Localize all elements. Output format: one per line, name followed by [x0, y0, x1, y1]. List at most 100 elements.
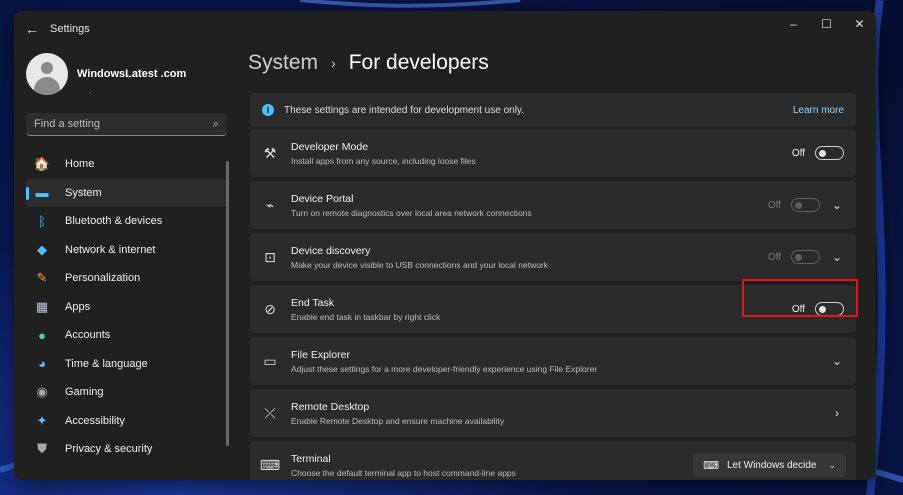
sidebar-item-system[interactable]: ▬ System [26, 178, 227, 207]
chevron-down-icon: ⌄ [828, 459, 836, 470]
setting-text: Device Portal Turn on remote diagnostics … [291, 193, 768, 218]
setting-description: Enable Remote Desktop and ensure machine… [291, 415, 505, 426]
terminal-small-icon: ⌨ [703, 459, 719, 472]
sidebar-item-label: Accessibility [65, 414, 125, 427]
remote-desktop-icon: ⤫ [264, 404, 276, 421]
setting-controls: Off ⌄ [768, 198, 856, 212]
globe-icon: ◕ [38, 356, 46, 372]
device-portal-toggle [791, 198, 820, 212]
toggle-state-label: Off [791, 147, 805, 159]
setting-controls: Off [792, 146, 856, 160]
toggle-state-label: Off [767, 199, 781, 211]
sidebar-item-label: Bluetooth & devices [65, 215, 163, 228]
setting-text: Remote Desktop Enable Remote Desktop and … [291, 401, 820, 426]
setting-text: End Task Enable end task in taskbar by ri… [291, 297, 792, 322]
setting-title: Device Portal [291, 192, 354, 205]
back-button[interactable]: ← [14, 11, 50, 47]
terminal-app-dropdown[interactable]: ⌨ Let Windows decide ⌄ [693, 453, 846, 477]
setting-controls: ⌄ [820, 354, 856, 368]
sidebar-item-label: Network & internet [65, 243, 156, 256]
sidebar-item-label: Home [65, 158, 95, 171]
sidebar-item-accounts[interactable]: ● Accounts [26, 321, 227, 350]
brush-icon: ✎ [36, 270, 48, 286]
info-bar: i These settings are intended for develo… [250, 93, 856, 127]
dropdown-selected-value: Let Windows decide [726, 459, 817, 471]
setting-title: Terminal [291, 452, 331, 465]
breadcrumb: System › For developers [248, 51, 489, 75]
setting-card-file-explorer[interactable]: ▭ File Explorer Adjust these settings for … [250, 337, 856, 385]
sidebar-item-bluetooth-devices[interactable]: ᛒ Bluetooth & devices [26, 207, 227, 236]
settings-window: ← Settings – ☐ ✕ WindowsLatest .com . ⌕ … [14, 11, 876, 480]
sidebar-item-label: Privacy & security [65, 443, 153, 456]
maximize-button[interactable]: ☐ [810, 11, 843, 37]
sidebar-nav: 🏠 Home ▬ System ᛒ Bluetooth & devices ◆ Network… [26, 150, 227, 464]
sidebar-scrollbar[interactable] [226, 161, 229, 446]
wifi-icon: ◆ [37, 241, 47, 257]
setting-title: File Explorer [291, 348, 350, 361]
setting-controls: Off ⌄ [768, 250, 856, 264]
avatar [26, 53, 68, 95]
setting-description: Turn on remote diagnostics over local ar… [291, 207, 532, 218]
profile-subtext: . [89, 85, 92, 95]
device-discovery-toggle [791, 250, 820, 264]
sidebar-item-label: Accounts [65, 329, 111, 342]
sidebar-item-apps[interactable]: ▦ Apps [26, 293, 227, 322]
sidebar-item-label: Gaming [65, 386, 104, 399]
setting-text: Device discovery Make your device visible… [291, 245, 768, 270]
sidebar-item-time-language[interactable]: ◕ Time & language [26, 350, 227, 379]
setting-description: Adjust these settings for a more develop… [291, 363, 598, 374]
setting-card-terminal[interactable]: ⌨ Terminal Choose the default terminal app… [250, 441, 856, 480]
setting-title: Device discovery [291, 244, 371, 257]
setting-card-remote-desktop[interactable]: ⤫ Remote Desktop Enable Remote Desktop and… [250, 389, 856, 437]
setting-description: Install apps from any source, including … [291, 155, 476, 166]
device-discovery-icon: ⊡ [264, 248, 276, 265]
sidebar-item-accessibility[interactable]: ✦ Accessibility [26, 407, 227, 436]
chevron-down-icon[interactable]: ⌄ [830, 354, 844, 368]
setting-text: Developer Mode Install apps from any sour… [291, 141, 792, 166]
sidebar-item-personalization[interactable]: ✎ Personalization [26, 264, 227, 293]
learn-more-link[interactable]: Learn more [793, 105, 844, 116]
shield-icon: ⛊ [37, 441, 47, 457]
back-arrow-icon: ← [25, 21, 39, 37]
setting-text: File Explorer Adjust these settings for a… [291, 349, 820, 374]
breadcrumb-parent[interactable]: System [248, 51, 318, 75]
terminal-icon: ⌨ [259, 456, 281, 473]
user-profile[interactable]: WindowsLatest .com [26, 53, 186, 95]
page-title: For developers [348, 51, 489, 74]
setting-title: End Task [291, 296, 334, 309]
developer-mode-toggle[interactable] [815, 146, 844, 160]
sidebar-item-privacy-security[interactable]: ⛊ Privacy & security [26, 435, 227, 464]
apps-icon: ▦ [35, 298, 49, 314]
chevron-right-icon[interactable]: › [830, 406, 844, 420]
info-icon: i [262, 104, 274, 116]
sidebar-item-gaming[interactable]: ◉ Gaming [26, 378, 227, 407]
accessibility-icon: ✦ [36, 412, 48, 428]
developer-tools-icon: ⚒ [263, 144, 277, 161]
gamepad-icon: ◉ [36, 384, 48, 400]
sidebar-item-home[interactable]: 🏠 Home [26, 150, 227, 179]
end-task-icon: ⊘ [264, 300, 276, 317]
sidebar-item-label: Personalization [65, 272, 141, 285]
search-box[interactable]: ⌕ [26, 113, 227, 136]
system-icon: ▬ [35, 185, 49, 201]
window-controls: – ☐ ✕ [777, 11, 876, 37]
end-task-highlight-box [742, 279, 858, 317]
search-input[interactable] [34, 118, 213, 130]
close-button[interactable]: ✕ [843, 11, 876, 37]
chevron-down-icon[interactable]: ⌄ [830, 250, 844, 264]
setting-title: Remote Desktop [291, 400, 370, 413]
setting-card-device-portal[interactable]: ⌁ Device Portal Turn on remote diagnostics… [250, 181, 856, 229]
sidebar-item-network-internet[interactable]: ◆ Network & internet [26, 236, 227, 265]
setting-card-device-discovery[interactable]: ⊡ Device discovery Make your device visibl… [250, 233, 856, 281]
sidebar-item-label: System [65, 186, 102, 199]
chevron-down-icon[interactable]: ⌄ [830, 198, 844, 212]
bluetooth-icon: ᛒ [38, 213, 46, 229]
minimize-button[interactable]: – [777, 11, 810, 37]
setting-card-developer-mode[interactable]: ⚒ Developer Mode Install apps from any sou… [250, 129, 856, 177]
sidebar-item-label: Apps [65, 300, 91, 313]
setting-description: Choose the default terminal app to host … [291, 467, 516, 478]
setting-title: Developer Mode [291, 140, 369, 153]
title-bar: ← Settings – ☐ ✕ [14, 11, 876, 47]
setting-description: Enable end task in taskbar by right clic… [291, 311, 441, 322]
toggle-state-label: Off [767, 251, 781, 263]
